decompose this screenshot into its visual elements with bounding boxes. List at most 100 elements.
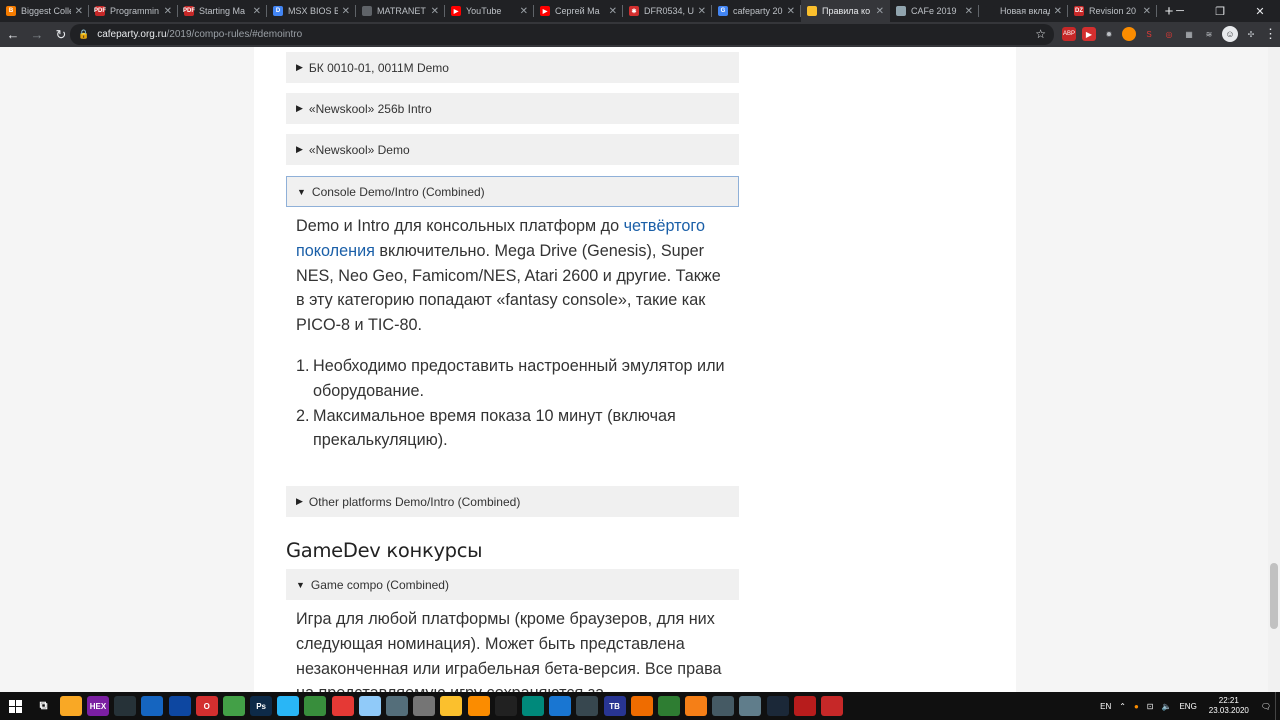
- start-button[interactable]: [0, 699, 30, 713]
- network-icon[interactable]: [141, 696, 164, 716]
- tab-title: YouTube: [466, 6, 502, 16]
- game-description: Игра для любой платформы (кроме браузеро…: [296, 610, 722, 692]
- tab-close-icon[interactable]: ✕: [75, 6, 83, 17]
- inkscape-icon[interactable]: [494, 696, 517, 716]
- ball-icon[interactable]: [685, 696, 708, 716]
- red-app-icon[interactable]: [821, 696, 844, 716]
- collapsed-summary[interactable]: ▶ «Newskool» Demo: [286, 134, 739, 165]
- tab-close-icon[interactable]: ✕: [342, 6, 350, 17]
- wave-extension-icon[interactable]: ≋: [1202, 27, 1216, 41]
- tb-app-icon[interactable]: TB: [603, 696, 626, 716]
- opera-icon[interactable]: O: [195, 696, 218, 716]
- hex-dump-icon[interactable]: [576, 696, 599, 716]
- bookmark-star-icon[interactable]: ☆: [1035, 27, 1046, 41]
- collapsed-summary[interactable]: ▶ «Newskool» 256b Intro: [286, 93, 739, 124]
- steam-icon[interactable]: [766, 696, 789, 716]
- browser-tab[interactable]: Правила ко ✕: [801, 0, 890, 22]
- browser-tab[interactable]: PDF Starting Ma ✕: [178, 0, 267, 22]
- clock[interactable]: 22:21 23.03.2020: [1209, 696, 1249, 716]
- input-lang[interactable]: ENG: [1179, 702, 1196, 711]
- tab-close-icon[interactable]: ✕: [609, 6, 617, 17]
- vscode-icon[interactable]: [549, 696, 572, 716]
- browser-tab[interactable]: PDF Programmin ✕: [89, 0, 178, 22]
- telegram-icon[interactable]: [277, 696, 300, 716]
- browser-tab[interactable]: D MSX BIOS B ✕: [267, 0, 356, 22]
- menu-kebab-icon[interactable]: ⋮: [1264, 26, 1277, 42]
- tab-close-icon[interactable]: ✕: [965, 6, 973, 17]
- game-compo-summary[interactable]: ▼ Game compo (Combined): [286, 569, 739, 600]
- warning-app-icon[interactable]: [440, 696, 463, 716]
- browser-tab[interactable]: Новая вкладка ✕: [979, 0, 1068, 22]
- collapsed-summary[interactable]: ▶ БК 0010-01, 0011М Demo: [286, 52, 739, 83]
- penguin-icon[interactable]: [114, 696, 137, 716]
- notifications-icon[interactable]: 🗨: [1261, 702, 1271, 711]
- tab-close-icon[interactable]: ✕: [164, 6, 172, 17]
- profile-avatar[interactable]: ☺: [1222, 26, 1238, 42]
- s-extension-icon[interactable]: S: [1142, 27, 1156, 41]
- show-desktop-button[interactable]: [1275, 692, 1280, 720]
- other-platforms-summary[interactable]: ▶ Other platforms Demo/Intro (Combined): [286, 486, 739, 517]
- restore-icon[interactable]: ❐: [1200, 0, 1240, 22]
- chip-icon[interactable]: [739, 696, 762, 716]
- input-lang-short[interactable]: EN: [1100, 702, 1111, 711]
- tab-close-icon[interactable]: ✕: [1143, 6, 1151, 17]
- bug-icon[interactable]: [386, 696, 409, 716]
- back-icon[interactable]: ←: [2, 24, 24, 46]
- file-explorer-icon[interactable]: [59, 696, 82, 716]
- browser-tab[interactable]: CAFe 2019 ✕: [890, 0, 979, 22]
- tray-app-icon[interactable]: ●: [1134, 702, 1139, 711]
- volume-icon[interactable]: 🔈: [1161, 702, 1171, 711]
- cube-app-icon[interactable]: [712, 696, 735, 716]
- tab-close-icon[interactable]: ✕: [787, 6, 795, 17]
- media-extension-icon[interactable]: ▦: [1182, 27, 1196, 41]
- bars-app-icon[interactable]: [521, 696, 544, 716]
- puzzle-extension-icon[interactable]: ✣: [1244, 27, 1258, 41]
- notepad-icon[interactable]: [304, 696, 327, 716]
- green-check-icon[interactable]: [657, 696, 680, 716]
- close-window-icon[interactable]: ✕: [1240, 0, 1280, 22]
- tab-close-icon[interactable]: ✕: [1054, 6, 1062, 17]
- tab-close-icon[interactable]: ✕: [876, 6, 884, 17]
- record-icon[interactable]: [793, 696, 816, 716]
- minimize-icon[interactable]: ─: [1160, 0, 1200, 22]
- network-tray-icon[interactable]: ⊡: [1147, 702, 1154, 711]
- tab-title: Сергей Ma: [555, 6, 600, 16]
- document-icon[interactable]: [358, 696, 381, 716]
- browser-tab[interactable]: ✱ DFR0534, U ✕: [623, 0, 712, 22]
- browser-tab[interactable]: B Biggest Colle ✕: [0, 0, 89, 22]
- lastpass-extension-icon[interactable]: ◎: [1162, 27, 1176, 41]
- console-demo-summary[interactable]: ▼ Console Demo/Intro (Combined): [286, 176, 739, 207]
- tab-close-icon[interactable]: ✕: [698, 6, 706, 17]
- summary-label: «Newskool» 256b Intro: [308, 101, 432, 116]
- browser-tab[interactable]: ▶ Сергей Ma ✕: [534, 0, 623, 22]
- tab-close-icon[interactable]: ✕: [520, 6, 528, 17]
- gear-extension-icon[interactable]: ✹: [1102, 27, 1116, 41]
- browser-tab[interactable]: DZ Revision 20 ✕: [1068, 0, 1157, 22]
- scrollbar[interactable]: [1268, 47, 1280, 692]
- tab-title: Revision 20: [1089, 6, 1137, 16]
- address-bar[interactable]: 🔒 cafeparty.org.ru/2019/compo-rules/#dem…: [70, 24, 1054, 45]
- chrome-icon[interactable]: [222, 696, 245, 716]
- browser-tab[interactable]: MATRANET ✕: [356, 0, 445, 22]
- triangle-right-icon: ▶: [296, 144, 303, 154]
- reload-icon[interactable]: ↻: [50, 24, 72, 46]
- scrollbar-thumb[interactable]: [1270, 563, 1278, 629]
- sublime-icon[interactable]: [630, 696, 653, 716]
- adblock-extension-icon[interactable]: ABP: [1062, 27, 1076, 41]
- browser-tab[interactable]: ▶ YouTube ✕: [445, 0, 534, 22]
- jar-app-icon[interactable]: [331, 696, 354, 716]
- youtube-extension-icon[interactable]: ▶: [1082, 27, 1096, 41]
- task-view-icon[interactable]: ⧉: [33, 696, 55, 716]
- tab-close-icon[interactable]: ✕: [253, 6, 261, 17]
- tab-favicon-icon: D: [273, 6, 283, 16]
- forward-icon[interactable]: →: [26, 24, 48, 46]
- tray-chevron-icon[interactable]: ⌃: [1119, 702, 1126, 711]
- dots-app-icon[interactable]: [413, 696, 436, 716]
- photoshop-icon[interactable]: Ps: [250, 696, 273, 716]
- grid-app-icon[interactable]: [168, 696, 191, 716]
- tab-close-icon[interactable]: ✕: [431, 6, 439, 17]
- orange-extension-icon[interactable]: [1122, 27, 1136, 41]
- hex-editor-icon[interactable]: HEX: [86, 696, 109, 716]
- orange-ball-icon[interactable]: [467, 696, 490, 716]
- browser-tab[interactable]: Gcafeparty 20 ✕: [712, 0, 801, 22]
